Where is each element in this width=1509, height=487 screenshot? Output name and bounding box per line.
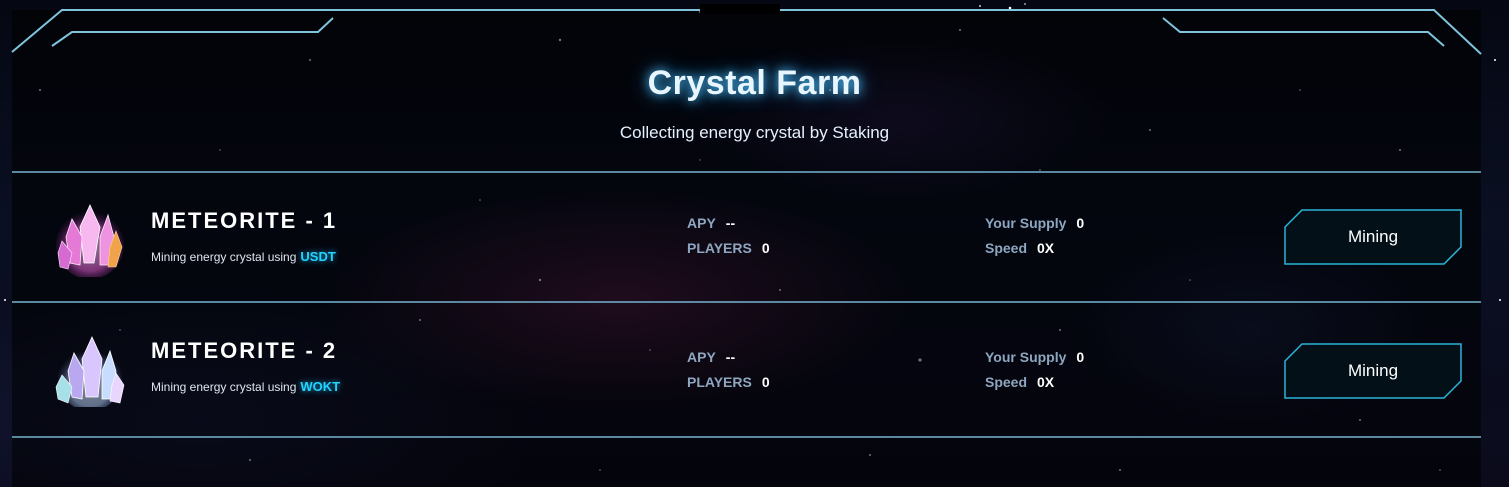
mining-button[interactable]: Mining xyxy=(1284,209,1462,265)
apy-value: -- xyxy=(725,215,736,231)
pool-token: WOKT xyxy=(300,379,341,394)
supply-stat: Your Supply 0 xyxy=(985,215,1084,231)
apy-value: -- xyxy=(725,349,736,365)
divider xyxy=(12,436,1481,438)
players-label: PLAYERS xyxy=(687,240,752,256)
mining-button-label: Mining xyxy=(1347,361,1399,380)
pool-description: Mining energy crystal using WOKT xyxy=(151,379,340,394)
supply-label: Your Supply xyxy=(985,349,1067,365)
players-label: PLAYERS xyxy=(687,374,752,390)
supply-value: 0 xyxy=(1076,349,1085,365)
pink-crystal-icon xyxy=(56,204,124,277)
speed-stat: Speed 0X xyxy=(985,240,1054,256)
speed-label: Speed xyxy=(985,374,1028,390)
speed-label: Speed xyxy=(985,240,1028,256)
page-subtitle: Collecting energy crystal by Staking xyxy=(619,123,890,142)
pool-name: METEORITE - 2 xyxy=(151,338,338,363)
pool-description-text: Mining energy crystal using xyxy=(151,380,297,394)
apy-label: APY xyxy=(687,215,716,231)
players-stat: PLAYERS 0 xyxy=(687,240,770,256)
mining-button[interactable]: Mining xyxy=(1284,343,1462,399)
mining-button-label: Mining xyxy=(1347,227,1399,246)
pool-row-2: METEORITE - 2 Mining energy crystal usin… xyxy=(12,303,1481,431)
page-title: Crystal Farm xyxy=(647,64,862,102)
speed-stat: Speed 0X xyxy=(985,374,1054,390)
supply-label: Your Supply xyxy=(985,215,1067,231)
apy-stat: APY -- xyxy=(687,215,735,231)
supply-value: 0 xyxy=(1076,215,1085,231)
pool-token: USDT xyxy=(300,249,336,264)
pool-name: METEORITE - 1 xyxy=(151,208,338,233)
supply-stat: Your Supply 0 xyxy=(985,349,1084,365)
speed-value: 0X xyxy=(1037,240,1055,256)
players-stat: PLAYERS 0 xyxy=(687,374,770,390)
apy-stat: APY -- xyxy=(687,349,735,365)
players-value: 0 xyxy=(761,240,770,256)
players-value: 0 xyxy=(761,374,770,390)
white-crystal-icon xyxy=(55,336,125,407)
pool-row-1: METEORITE - 1 Mining energy crystal usin… xyxy=(12,173,1481,301)
pool-description: Mining energy crystal using USDT xyxy=(151,249,336,264)
pool-description-text: Mining energy crystal using xyxy=(151,250,297,264)
apy-label: APY xyxy=(687,349,716,365)
speed-value: 0X xyxy=(1037,374,1055,390)
